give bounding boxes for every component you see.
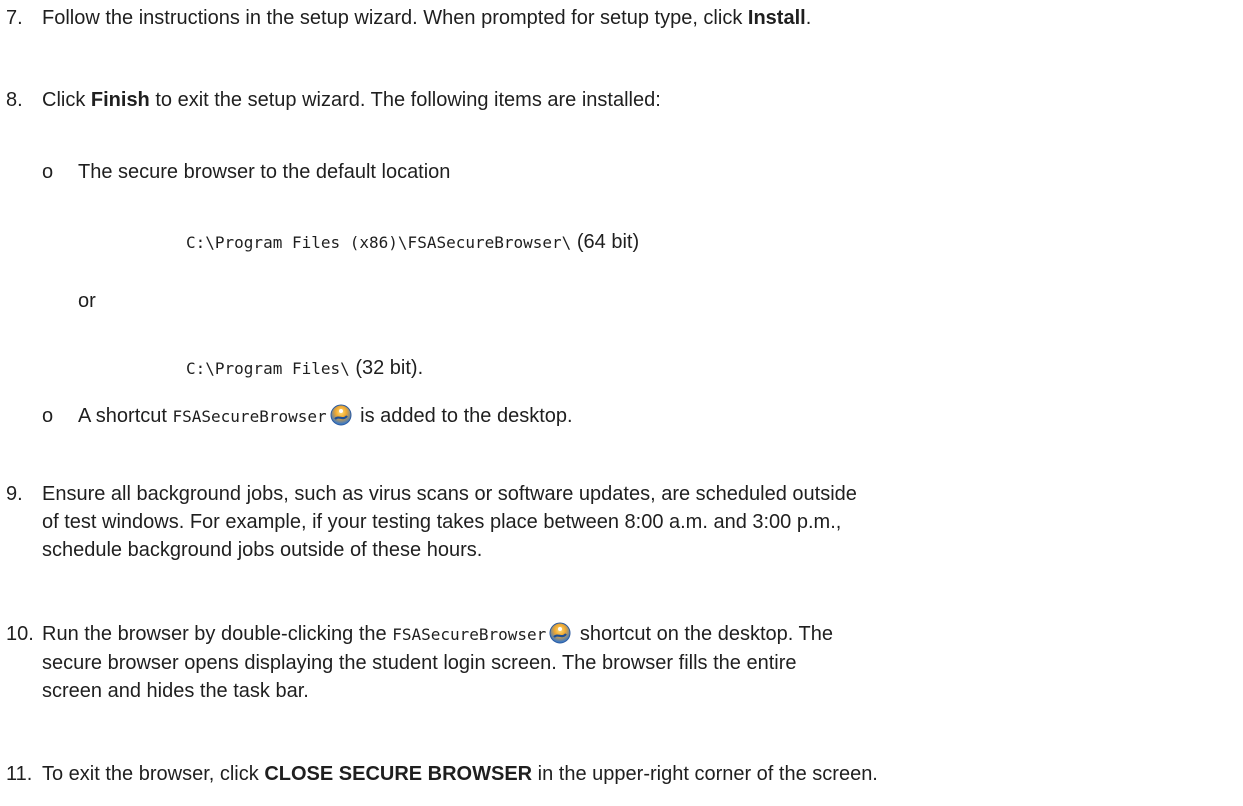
- path-32-code: C:\Program Files\: [186, 359, 350, 378]
- step-number: 9.: [6, 483, 23, 505]
- step-7-text: Follow the instructions in the setup wiz…: [42, 7, 748, 29]
- step-8-text-b: to exit the setup wizard. The following …: [149, 89, 661, 111]
- bullet-text: The secure browser to the default locati…: [78, 161, 451, 183]
- step-10-line-3: screen and hides the task bar.: [42, 680, 309, 702]
- step-9-line-3: schedule background jobs outside of thes…: [42, 539, 483, 561]
- step-text: To exit the browser, click CLOSE SECURE …: [42, 760, 1232, 788]
- step-text: Ensure all background jobs, such as viru…: [42, 480, 1232, 564]
- finish-label: Finish: [90, 89, 150, 111]
- path-32-suffix: (32 bit).: [355, 357, 424, 379]
- step-8-text-a: Click: [42, 89, 91, 111]
- bullet-text-b: is added to the desktop.: [354, 405, 573, 427]
- step-9-line-1: Ensure all background jobs, such as viru…: [42, 483, 857, 505]
- or-label: or: [78, 290, 96, 312]
- fsa-secure-browser-icon: [330, 404, 352, 426]
- step-11-text-b: in the upper-right corner of the screen.: [532, 763, 878, 785]
- path-64-code: C:\Program Files (x86)\FSASecureBrowser\: [186, 233, 572, 252]
- step-number: 10.: [6, 623, 34, 645]
- step-10-text-b: shortcut on the desktop. The: [574, 623, 833, 645]
- step-text: Click Finish to exit the setup wizard. T…: [42, 86, 1232, 114]
- step-7-period: .: [805, 7, 812, 29]
- bullet-text: A shortcut FSASecureBrowser is added to …: [78, 402, 573, 431]
- step-text: Follow the instructions in the setup wiz…: [42, 4, 1232, 32]
- bullet-mark: o: [42, 405, 54, 427]
- step-10-line-1: Run the browser by double-clicking the F…: [42, 620, 1232, 649]
- fsa-secure-browser-icon: [549, 622, 571, 644]
- step-9-line-2: of test windows. For example, if your te…: [42, 511, 842, 533]
- close-secure-browser-label: CLOSE SECURE BROWSER: [264, 763, 533, 785]
- shortcut-name: FSASecureBrowser: [172, 407, 327, 426]
- step-text: Run the browser by double-clicking the F…: [42, 620, 1232, 705]
- step-10-text-a: Run the browser by double-clicking the: [42, 623, 393, 645]
- step-10-line-2: secure browser opens displaying the stud…: [42, 652, 797, 674]
- step-number: 7.: [6, 7, 23, 29]
- instructions-page: 7. Follow the instructions in the setup …: [0, 0, 1243, 806]
- bullet-text-a: A shortcut: [78, 405, 173, 427]
- install-label: Install: [747, 7, 806, 29]
- shortcut-name: FSASecureBrowser: [392, 625, 547, 644]
- path-64-suffix: (64 bit): [576, 231, 640, 253]
- bullet-mark: o: [42, 161, 54, 183]
- install-path-32: C:\Program Files\ (32 bit).: [186, 354, 423, 383]
- install-path-64: C:\Program Files (x86)\FSASecureBrowser\…: [186, 228, 639, 257]
- step-number: 8.: [6, 89, 23, 111]
- step-number: 11.: [6, 763, 33, 785]
- step-11-text-a: To exit the browser, click: [42, 763, 265, 785]
